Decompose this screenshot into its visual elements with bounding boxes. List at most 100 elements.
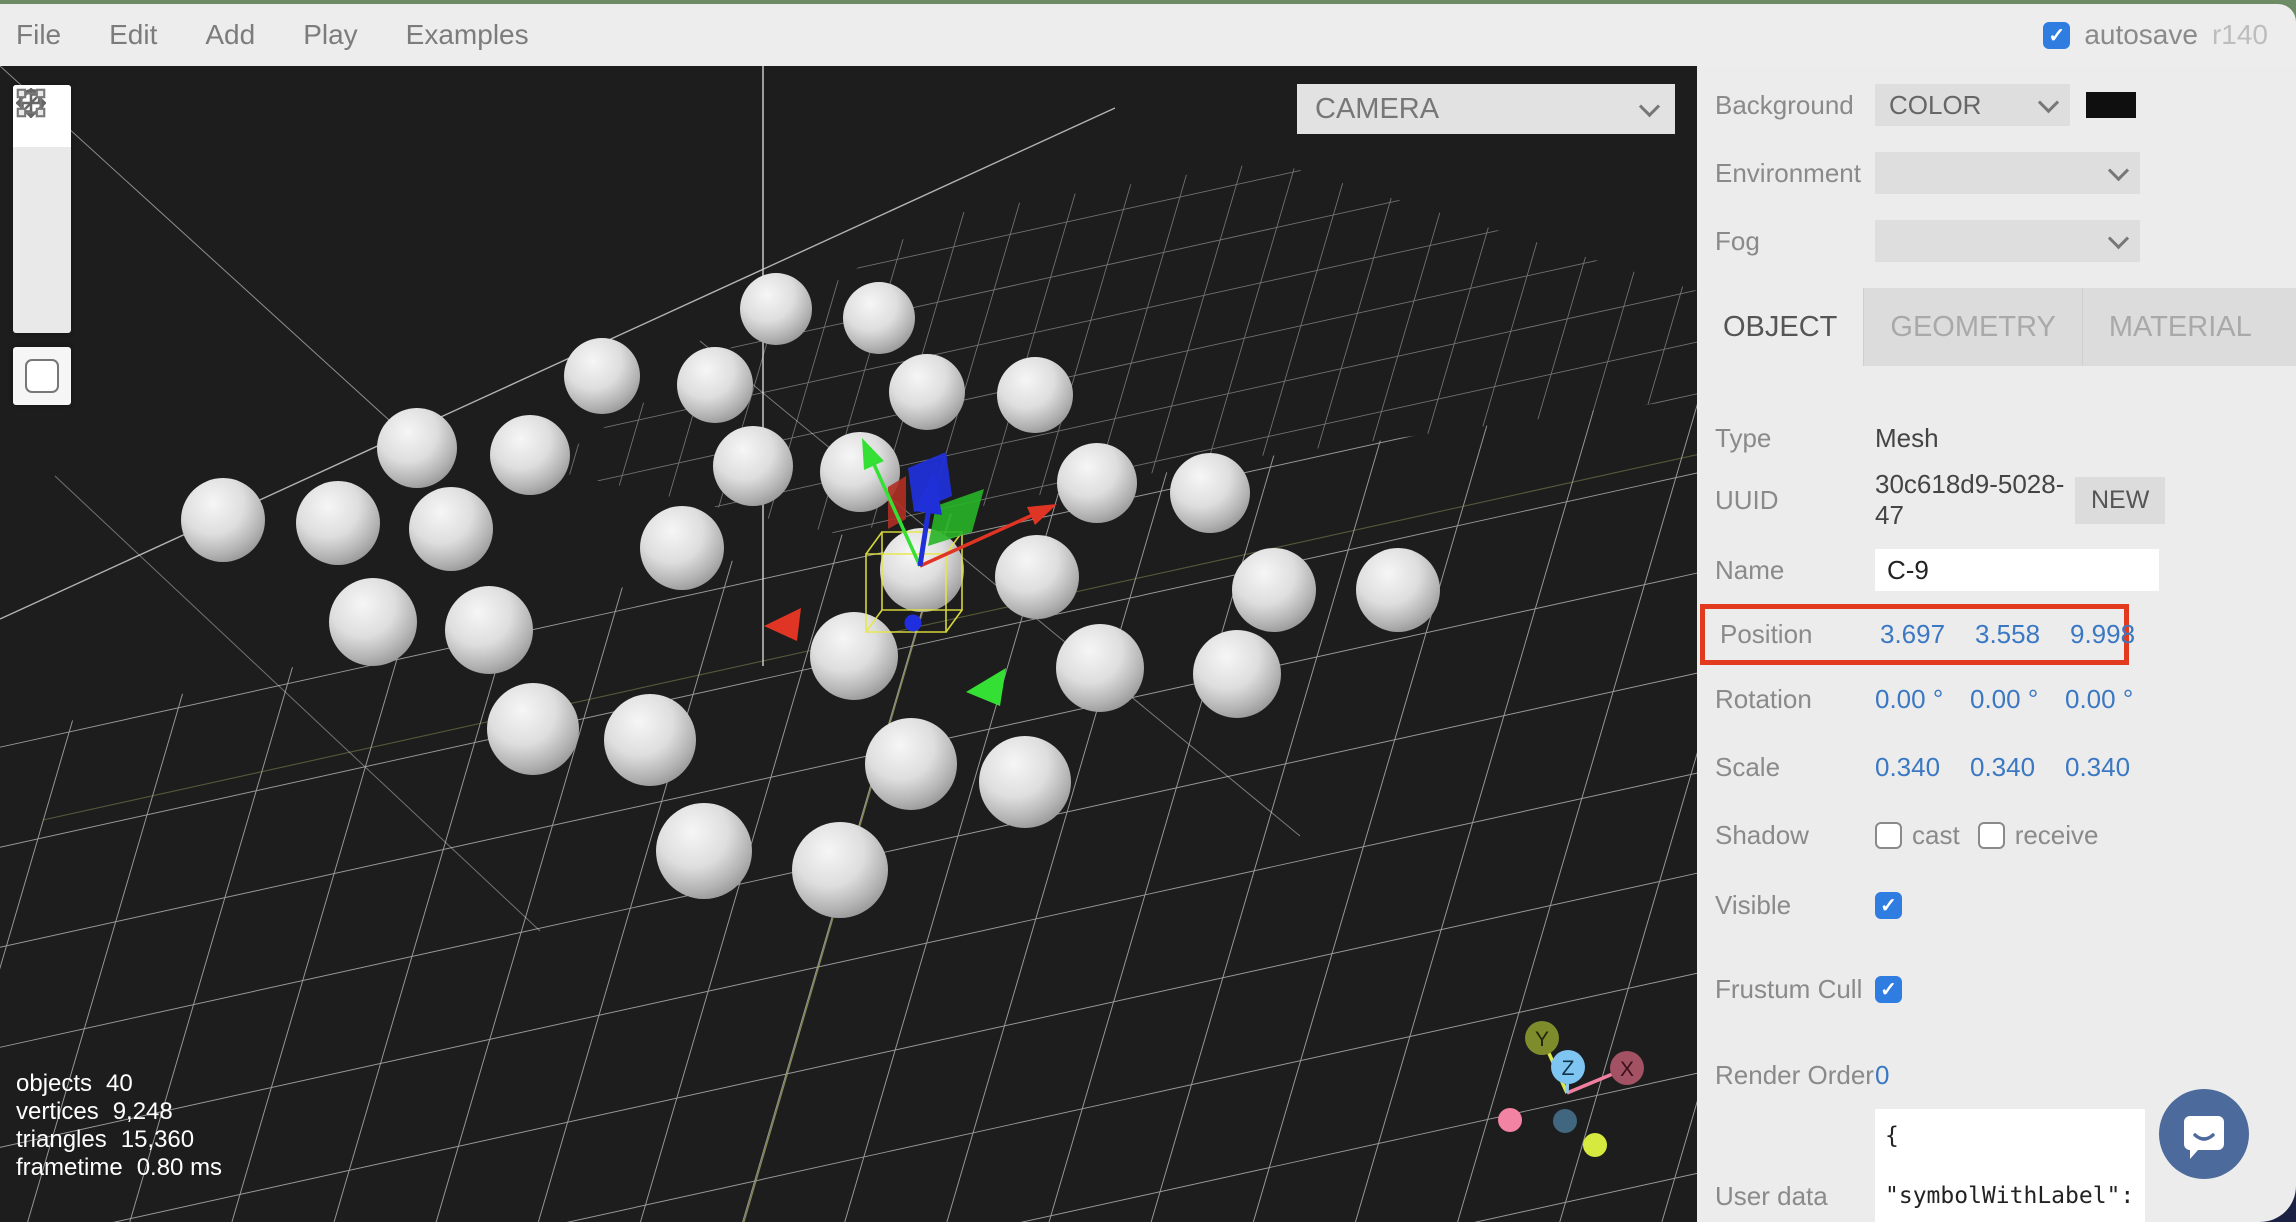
menu-edit[interactable]: Edit [109,19,157,51]
shadow-receive-checkbox[interactable] [1978,822,2005,849]
sphere-object[interactable] [995,535,1079,619]
visible-checkbox[interactable] [1875,892,1902,919]
rotation-row: Rotation 0.00 ° 0.00 ° 0.00 ° [1715,681,2296,717]
scene-canvas[interactable]: Y X Z [0,66,1697,1222]
sphere-object[interactable] [604,694,696,786]
sphere-object[interactable] [656,803,752,899]
sphere-object[interactable] [329,578,417,666]
user-data-textarea[interactable]: { "symbolWithLabel": [1875,1109,2145,1222]
frustum-cull-row: Frustum Cull [1715,953,2296,1025]
scene-settings: Background COLOR Environment Fog [1697,66,2296,262]
stat-objects-value: 40 [106,1070,133,1098]
sphere-object[interactable] [810,612,898,700]
sphere-object[interactable] [181,478,265,562]
stat-triangles-label: triangles [16,1126,107,1154]
sphere-object[interactable] [889,354,965,430]
stat-frametime-label: frametime [16,1154,123,1182]
shadow-cast-checkbox[interactable] [1875,822,1902,849]
chevron-down-icon [2038,92,2059,113]
sphere-object[interactable] [1193,630,1281,718]
sphere-object[interactable] [1057,443,1137,523]
axis-x-label: X [1620,1058,1634,1081]
tab-geometry[interactable]: GEOMETRY [1863,288,2081,366]
axis-neg-x-button[interactable] [1498,1108,1522,1132]
environment-select[interactable] [1875,152,2140,194]
sphere-object[interactable] [843,282,915,354]
autosave-checkbox[interactable] [2043,22,2070,49]
sphere-object[interactable] [865,718,957,810]
shadow-cast-label: cast [1912,820,1960,851]
sphere-object[interactable] [1356,548,1440,632]
snap-toggle-checkbox[interactable] [25,359,59,393]
sphere-object[interactable] [640,506,724,590]
render-order-field[interactable]: 0 [1875,1060,1970,1091]
rotate-tool-button[interactable] [13,147,71,209]
background-color-swatch[interactable] [2086,92,2136,118]
sphere-object[interactable] [487,683,579,775]
sphere-object[interactable] [409,487,493,571]
sphere-object[interactable] [997,357,1073,433]
menu-examples[interactable]: Examples [406,19,529,51]
axis-neg-z-button[interactable] [1553,1109,1577,1133]
render-order-label: Render Order [1715,1059,1875,1091]
snap-toggle-card [13,347,71,405]
background-select[interactable]: COLOR [1875,84,2070,126]
viewport-3d[interactable]: Y X Z [0,66,1697,1222]
menu-items: File Edit Add Play Examples [0,19,529,51]
chevron-down-icon [1639,96,1660,117]
scale-label: Scale [1715,752,1875,783]
name-input[interactable] [1875,549,2159,591]
sphere-object[interactable] [792,822,888,918]
sphere-object[interactable] [490,415,570,495]
scale-y-field[interactable]: 0.340 [1970,752,2065,783]
position-x-field[interactable]: 3.697 [1880,619,1975,650]
menubar-right: autosave r140 [2043,19,2296,51]
sphere-object[interactable] [713,426,793,506]
sphere-object[interactable] [740,273,812,345]
tab-object[interactable]: OBJECT [1697,288,1863,366]
camera-select[interactable]: CAMERA [1297,84,1675,134]
box-transform-tool-button[interactable] [13,271,71,333]
axis-z-label: Z [1562,1057,1575,1080]
panel-tabs: OBJECT GEOMETRY MATERIAL [1697,288,2296,366]
sphere-object[interactable] [979,736,1071,828]
rotation-z-field[interactable]: 0.00 ° [2065,684,2160,715]
position-y-field[interactable]: 3.558 [1975,619,2070,650]
name-label: Name [1715,555,1875,586]
uuid-value: 30c618d9-5028-47 [1875,469,2065,531]
sphere-object[interactable] [296,481,380,565]
sphere-object[interactable] [1170,453,1250,533]
rotation-x-field[interactable]: 0.00 ° [1875,684,1970,715]
uuid-new-button[interactable]: NEW [2075,477,2165,524]
gizmo-center-dot[interactable] [905,615,922,632]
menu-file[interactable]: File [16,19,61,51]
autosave-label: autosave [2084,19,2198,51]
sphere-object[interactable] [1232,548,1316,632]
sphere-object[interactable] [564,338,640,414]
properties-panel: Background COLOR Environment Fog OBJECT … [1697,66,2296,1222]
sphere-object[interactable] [1056,624,1144,712]
scale-x-field[interactable]: 0.340 [1875,752,1970,783]
stat-triangles-value: 15,360 [121,1126,194,1154]
uuid-row: UUID 30c618d9-5028-47 NEW [1715,478,2296,522]
frustum-cull-checkbox[interactable] [1875,976,1902,1003]
scale-tool-button[interactable] [13,209,71,271]
stat-objects-label: objects [16,1070,92,1098]
rotation-y-field[interactable]: 0.00 ° [1970,684,2065,715]
sphere-object[interactable] [377,408,457,488]
menu-play[interactable]: Play [303,19,357,51]
visible-label: Visible [1715,890,1875,921]
fog-select[interactable] [1875,220,2140,262]
sphere-object[interactable] [445,586,533,674]
menu-add[interactable]: Add [205,19,255,51]
chevron-down-icon [2108,228,2129,249]
axis-neg-y-button[interactable] [1583,1133,1607,1157]
shadow-receive-label: receive [2015,820,2099,851]
scale-row: Scale 0.340 0.340 0.340 [1715,749,2296,785]
position-z-field[interactable]: 9.998 [2070,619,2165,650]
chat-widget-button[interactable] [2158,1088,2250,1180]
visible-row: Visible [1715,887,2296,923]
sphere-object[interactable] [677,347,753,423]
scale-z-field[interactable]: 0.340 [2065,752,2160,783]
tab-material[interactable]: MATERIAL [2082,288,2278,366]
